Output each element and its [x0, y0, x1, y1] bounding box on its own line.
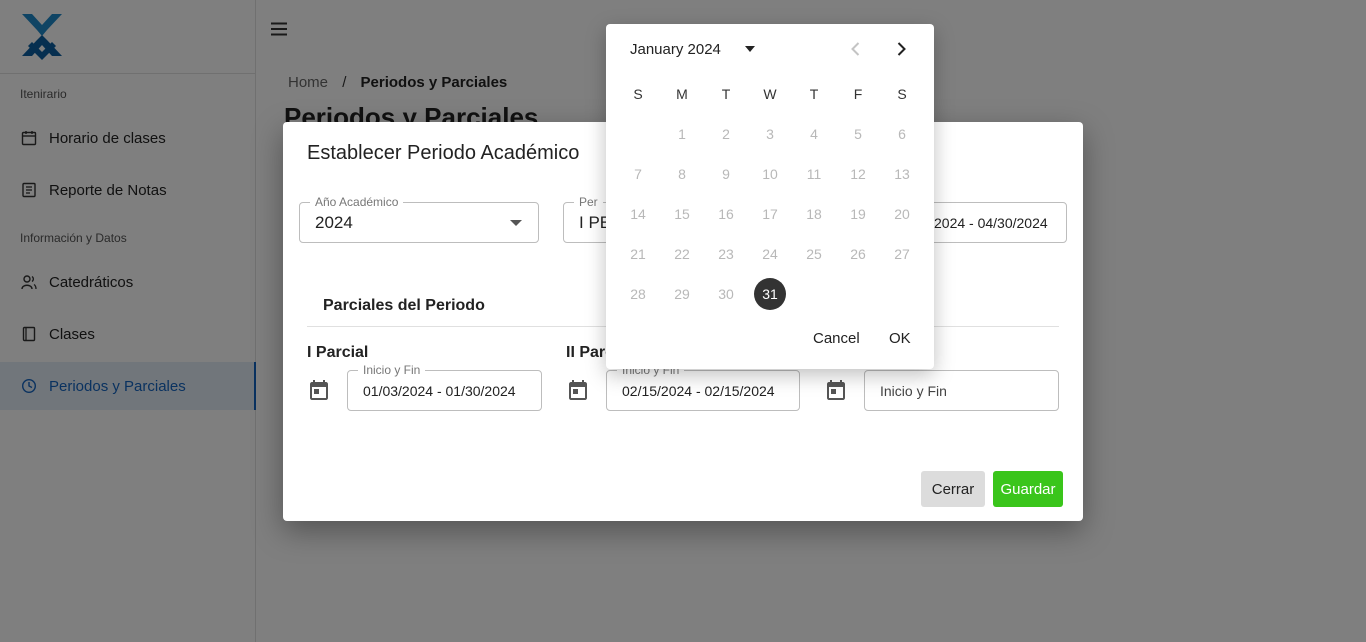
calendar-day[interactable]: 1: [666, 118, 698, 150]
field-value: 2024 - 04/30/2024: [934, 214, 1048, 231]
calendar-day[interactable]: 10: [754, 158, 786, 190]
calendar-day[interactable]: 11: [798, 158, 830, 190]
calendar-day[interactable]: 20: [886, 198, 918, 230]
weekday-label: S: [633, 86, 643, 102]
calendar-day[interactable]: 2: [710, 118, 742, 150]
calendar-day[interactable]: 18: [798, 198, 830, 230]
weekday-label: S: [897, 86, 907, 102]
calendar-day[interactable]: 3: [754, 118, 786, 150]
weekday-label: T: [809, 86, 819, 102]
calendar-day[interactable]: 24: [754, 238, 786, 270]
chevron-right-icon[interactable]: [891, 39, 911, 59]
parcial-1-range-field[interactable]: Inicio y Fin 01/03/2024 - 01/30/2024: [347, 363, 542, 411]
weekday-label: T: [721, 86, 731, 102]
field-value: 2024: [315, 212, 353, 232]
anio-academico-select[interactable]: Año Académico 2024: [299, 195, 539, 243]
calendar-day[interactable]: 6: [886, 118, 918, 150]
dialog-title: Establecer Periodo Académico: [307, 142, 580, 164]
parciales-header: Parciales del Periodo: [323, 297, 485, 314]
calendar-day[interactable]: 29: [666, 278, 698, 310]
field-legend: Inicio y Fin: [358, 363, 426, 377]
calendar-day[interactable]: 13: [886, 158, 918, 190]
calendar-day[interactable]: 19: [842, 198, 874, 230]
calendar-day[interactable]: 25: [798, 238, 830, 270]
calendar-day[interactable]: 26: [842, 238, 874, 270]
parcial-2-range-field[interactable]: Inicio y Fin 02/15/2024 - 02/15/2024: [606, 363, 800, 411]
calendar-day[interactable]: 30: [710, 278, 742, 310]
calendar-day[interactable]: 4: [798, 118, 830, 150]
calendar-day[interactable]: 8: [666, 158, 698, 190]
field-value: 02/15/2024 - 02/15/2024: [622, 382, 775, 399]
chevron-left-icon[interactable]: [846, 39, 866, 59]
calendar-day[interactable]: 28: [622, 278, 654, 310]
calendar-day[interactable]: 22: [666, 238, 698, 270]
cancel-button[interactable]: Cancel: [813, 330, 860, 347]
parcial-label: I Parcial: [307, 344, 369, 361]
calendar-day[interactable]: 23: [710, 238, 742, 270]
calendar-day[interactable]: 15: [666, 198, 698, 230]
weekday-label: W: [763, 86, 777, 102]
save-button[interactable]: Guardar: [993, 471, 1063, 507]
calendar-day[interactable]: 16: [710, 198, 742, 230]
parcial-3-range-field[interactable]: Inicio y Fin: [864, 370, 1059, 411]
field-legend: Año Académico: [310, 195, 404, 209]
calendar-icon[interactable]: [566, 378, 590, 402]
field-value: 01/03/2024 - 01/30/2024: [363, 382, 516, 399]
field-placeholder: Inicio y Fin: [880, 382, 947, 399]
calendar-day[interactable]: 9: [710, 158, 742, 190]
month-label[interactable]: January 2024: [630, 41, 721, 58]
calendar-day[interactable]: 7: [622, 158, 654, 190]
selected-day[interactable]: 31: [754, 278, 786, 310]
calendar-day[interactable]: 5: [842, 118, 874, 150]
ok-button[interactable]: OK: [889, 330, 911, 347]
date-picker: January 2024 SMTWTFS 1 2 3 4 5 6 7 8 9 10 11 12 13 14…: [606, 24, 934, 369]
calendar-day[interactable]: 17: [754, 198, 786, 230]
calendar-day[interactable]: 27: [886, 238, 918, 270]
calendar-day[interactable]: 14: [622, 198, 654, 230]
weekday-label: F: [853, 86, 863, 102]
field-legend: Per: [574, 195, 603, 209]
chevron-down-icon[interactable]: [745, 46, 755, 52]
weekday-label: M: [676, 86, 688, 102]
calendar-icon[interactable]: [824, 378, 848, 402]
close-button[interactable]: Cerrar: [921, 471, 985, 507]
calendar-day[interactable]: 12: [842, 158, 874, 190]
calendar-day[interactable]: 21: [622, 238, 654, 270]
chevron-down-icon: [510, 219, 522, 226]
calendar-icon[interactable]: [307, 378, 331, 402]
